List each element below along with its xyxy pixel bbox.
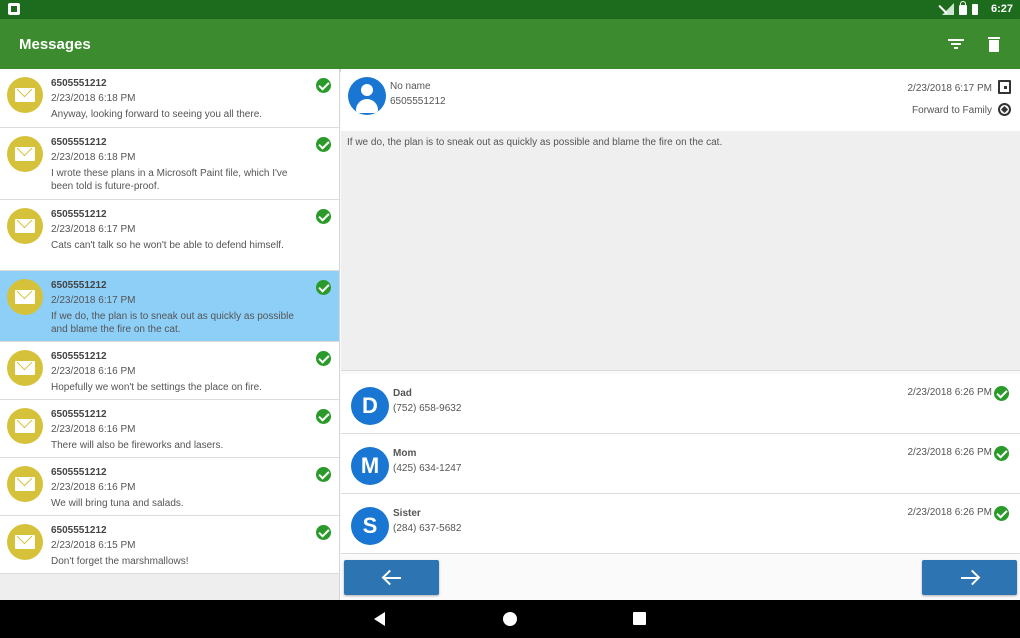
message-sender: 6505551212 (51, 409, 107, 420)
message-preview: Don't forget the marshmallows! (51, 556, 189, 567)
envelope-icon (7, 466, 43, 502)
check-icon (994, 446, 1009, 461)
contact-avatar-icon (348, 77, 386, 115)
message-item[interactable]: 6505551212 2/23/2018 6:15 PM Don't forge… (0, 516, 339, 574)
message-date: 2/23/2018 6:16 PM (51, 424, 136, 435)
message-item-selected[interactable]: 6505551212 2/23/2018 6:17 PM If we do, t… (0, 271, 339, 342)
detail-name: No name (390, 81, 431, 92)
message-preview: I wrote these plans in a Microsoft Paint… (51, 168, 288, 192)
check-icon (316, 209, 331, 224)
signal-icon (940, 3, 954, 15)
message-date: 2/23/2018 6:17 PM (51, 224, 136, 235)
app-bar: Messages (0, 19, 1020, 69)
recipient-avatar: S (351, 507, 389, 545)
check-icon (316, 467, 331, 482)
status-icons (940, 1, 978, 15)
message-sender: 6505551212 (51, 209, 107, 220)
recipient-avatar: M (351, 447, 389, 485)
recipient-date: 2/23/2018 6:26 PM (907, 507, 992, 518)
message-list: 6505551212 2/23/2018 6:18 PM Anyway, loo… (0, 69, 340, 600)
detail-number: 6505551212 (390, 96, 446, 107)
envelope-icon (7, 279, 43, 315)
message-preview: If we do, the plan is to sneak out as qu… (51, 311, 294, 335)
message-preview: Anyway, looking forward to seeing you al… (51, 109, 263, 120)
envelope-icon (7, 350, 43, 386)
recipient-name: Mom (393, 448, 417, 459)
message-item[interactable]: 6505551212 2/23/2018 6:16 PM There will … (0, 400, 339, 458)
envelope-icon (7, 136, 43, 172)
filter-icon[interactable] (947, 37, 965, 51)
app-title: Messages (19, 36, 91, 53)
check-icon (316, 351, 331, 366)
message-sender: 6505551212 (51, 525, 107, 536)
message-date: 2/23/2018 6:16 PM (51, 482, 136, 493)
recipient-name: Dad (393, 388, 412, 399)
envelope-icon (7, 208, 43, 244)
recipient-phone: (284) 637-5682 (393, 523, 462, 534)
message-item[interactable]: 6505551212 2/23/2018 6:16 PM Hopefully w… (0, 342, 339, 400)
message-preview: Cats can't talk so he won't be able to d… (51, 240, 284, 251)
home-icon[interactable] (503, 612, 517, 626)
message-body: If we do, the plan is to sneak out as qu… (341, 131, 1020, 371)
message-preview: We will bring tuna and salads. (51, 498, 184, 509)
check-icon (316, 409, 331, 424)
soccer-ball-icon[interactable] (998, 103, 1011, 116)
message-sender: 6505551212 (51, 467, 107, 478)
message-date: 2/23/2018 6:17 PM (51, 295, 136, 306)
message-date: 2/23/2018 6:16 PM (51, 366, 136, 377)
recipient-row-dad[interactable]: D Dad (752) 658-9632 2/23/2018 6:26 PM (341, 374, 1020, 434)
check-icon (994, 386, 1009, 401)
recipient-phone: (425) 634-1247 (393, 463, 462, 474)
recipient-avatar: D (351, 387, 389, 425)
arrow-left-icon (381, 570, 403, 586)
message-body-text: If we do, the plan is to sneak out as qu… (347, 137, 723, 148)
check-icon (316, 525, 331, 540)
recipient-row-sister[interactable]: S Sister (284) 637-5682 2/23/2018 6:26 P… (341, 494, 1020, 554)
check-icon (316, 78, 331, 93)
recipient-phone: (752) 658-9632 (393, 403, 462, 414)
message-detail-header: No name 6505551212 2/23/2018 6:17 PM For… (341, 69, 1020, 131)
status-time: 6:27 (990, 3, 1013, 15)
delete-icon[interactable] (988, 37, 1000, 52)
system-navigation-bar (0, 600, 1020, 638)
previous-button[interactable] (344, 560, 439, 595)
message-sender: 6505551212 (51, 137, 107, 148)
message-sender: 6505551212 (51, 78, 107, 89)
message-date: 2/23/2018 6:18 PM (51, 93, 136, 104)
message-sender: 6505551212 (51, 280, 107, 291)
recipient-date: 2/23/2018 6:26 PM (907, 387, 992, 398)
envelope-icon (7, 408, 43, 444)
notification-icon (8, 3, 20, 15)
calendar-icon[interactable] (998, 80, 1011, 94)
envelope-icon (7, 524, 43, 560)
message-item[interactable]: 6505551212 2/23/2018 6:16 PM We will bri… (0, 458, 339, 516)
message-navigation (341, 556, 1020, 600)
check-icon (316, 280, 331, 295)
recipient-row-mom[interactable]: M Mom (425) 634-1247 2/23/2018 6:26 PM (341, 434, 1020, 494)
battery-icon (972, 3, 978, 15)
check-icon (316, 137, 331, 152)
message-item[interactable]: 6505551212 2/23/2018 6:17 PM Cats can't … (0, 200, 339, 271)
back-icon[interactable] (374, 612, 385, 626)
status-bar: 6:27 (0, 0, 1020, 19)
message-date: 2/23/2018 6:15 PM (51, 540, 136, 551)
message-item[interactable]: 6505551212 2/23/2018 6:18 PM I wrote the… (0, 128, 339, 200)
message-preview: Hopefully we won't be settings the place… (51, 382, 262, 393)
message-preview: There will also be fireworks and lasers. (51, 440, 224, 451)
recipient-date: 2/23/2018 6:26 PM (907, 447, 992, 458)
message-item[interactable]: 6505551212 2/23/2018 6:18 PM Anyway, loo… (0, 69, 339, 128)
next-button[interactable] (922, 560, 1017, 595)
check-icon (994, 506, 1009, 521)
message-sender: 6505551212 (51, 351, 107, 362)
message-date: 2/23/2018 6:18 PM (51, 152, 136, 163)
recents-icon[interactable] (633, 612, 646, 625)
detail-date: 2/23/2018 6:17 PM (907, 83, 992, 94)
envelope-icon (7, 77, 43, 113)
arrow-right-icon (959, 570, 981, 586)
forward-label: Forward to Family (911, 105, 992, 116)
recipient-name: Sister (393, 508, 421, 519)
lock-icon (959, 1, 967, 15)
